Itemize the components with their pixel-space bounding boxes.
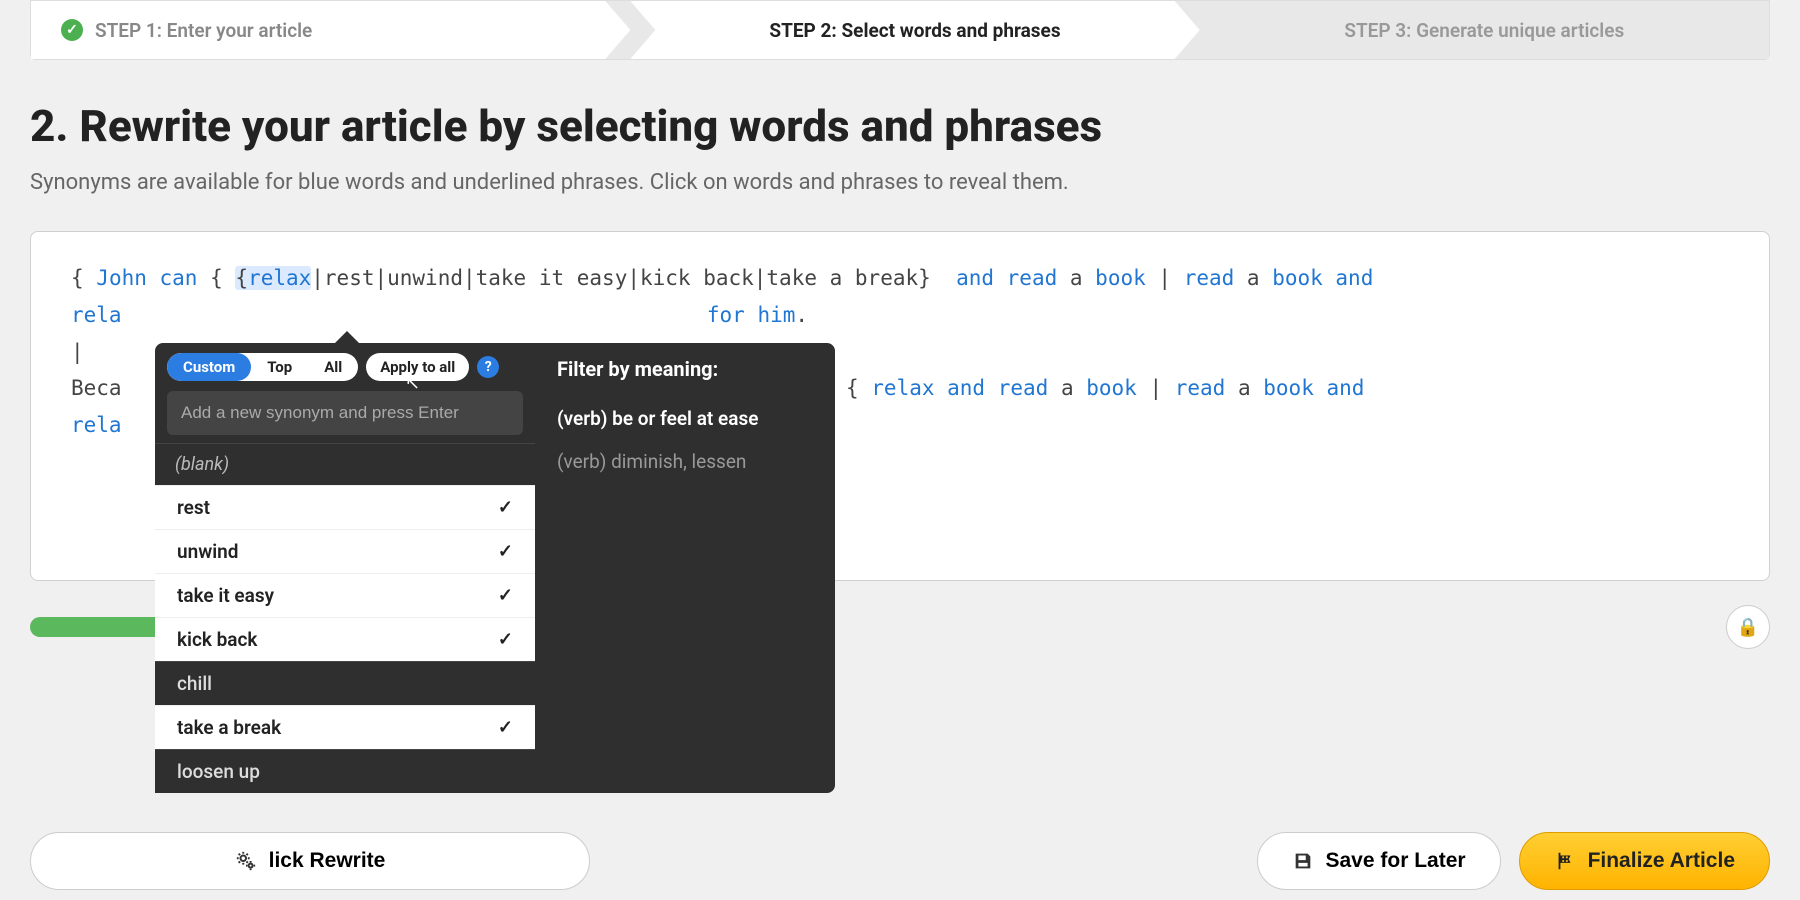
- word-a: a: [1061, 376, 1086, 400]
- word-relax[interactable]: relax: [248, 266, 311, 290]
- step-3-label: STEP 3: Generate unique articles: [1344, 19, 1624, 42]
- blank-row[interactable]: (blank): [155, 443, 535, 485]
- step-2[interactable]: STEP 2: Select words and phrases: [630, 1, 1199, 59]
- synonym-input[interactable]: [167, 391, 523, 435]
- pill-all[interactable]: All: [308, 353, 358, 381]
- word-a: a: [1238, 376, 1263, 400]
- synonym-label: unwind: [177, 540, 239, 563]
- word-a: a: [1070, 266, 1095, 290]
- word-book[interactable]: book: [1095, 266, 1146, 290]
- pill-top[interactable]: Top: [251, 353, 308, 381]
- page-subtitle: Synonyms are available for blue words an…: [30, 170, 1770, 195]
- phrase-book-and[interactable]: book and: [1263, 376, 1364, 400]
- synonym-item-rest[interactable]: rest ✓: [155, 485, 535, 529]
- save-button[interactable]: Save for Later: [1257, 832, 1501, 890]
- check-icon: ✓: [498, 585, 513, 606]
- rewrite-button[interactable]: lick Rewrite: [30, 832, 590, 890]
- spin-open: {: [235, 266, 248, 290]
- phrase-book-and[interactable]: book and: [1272, 266, 1373, 290]
- help-icon[interactable]: ?: [477, 356, 499, 378]
- page-title: 2. Rewrite your article by selecting wor…: [30, 100, 1770, 152]
- check-icon: ✓: [498, 541, 513, 562]
- word-read[interactable]: read: [1175, 376, 1238, 400]
- brace-text: {: [210, 266, 235, 290]
- editor-line-1: { John can { {relax|rest|unwind|take it …: [71, 260, 1729, 297]
- gears-icon: [235, 850, 257, 872]
- word-rela[interactable]: rela: [71, 413, 122, 437]
- pipe: |: [1146, 266, 1184, 290]
- synonym-label: chill: [177, 672, 212, 695]
- meaning-option-ease[interactable]: (verb) be or feel at ease: [557, 397, 813, 440]
- step-2-label: STEP 2: Select words and phrases: [769, 19, 1060, 42]
- synonym-item-kick-back[interactable]: kick back ✓: [155, 617, 535, 661]
- editor-line-2: rela for him.: [71, 297, 1729, 334]
- meaning-option-diminish[interactable]: (verb) diminish, lessen: [557, 440, 813, 483]
- word-a: a: [1247, 266, 1272, 290]
- synonym-label: kick back: [177, 628, 257, 651]
- synonym-item-loosen-up[interactable]: loosen up: [155, 749, 535, 793]
- pill-row: Custom Top All Apply to all ?: [155, 343, 535, 391]
- stepper: ✓ STEP 1: Enter your article STEP 2: Sel…: [30, 0, 1770, 60]
- synonym-item-chill[interactable]: chill: [155, 661, 535, 705]
- synonym-label: rest: [177, 496, 210, 519]
- synonym-popover: Custom Top All Apply to all ? ↖ (blank) …: [155, 343, 835, 793]
- check-icon: ✓: [61, 19, 83, 41]
- step-1[interactable]: ✓ STEP 1: Enter your article: [31, 1, 630, 59]
- synonym-input-wrap: [155, 391, 535, 443]
- step-3[interactable]: STEP 3: Generate unique articles: [1200, 1, 1769, 59]
- check-icon: ✓: [498, 717, 513, 738]
- bottom-buttons: lick Rewrite Save for Later Finalize Art…: [30, 832, 1770, 890]
- apply-to-all-button[interactable]: Apply to all: [366, 353, 469, 381]
- finalize-button[interactable]: Finalize Article: [1519, 832, 1770, 890]
- word-rela[interactable]: rela: [71, 303, 122, 327]
- word-beca: Beca: [71, 376, 122, 400]
- popover-right: Filter by meaning: (verb) be or feel at …: [535, 343, 835, 793]
- synonym-label: loosen up: [177, 760, 260, 783]
- phrase-and-read[interactable]: and read: [943, 266, 1069, 290]
- synonym-label: take it easy: [177, 584, 274, 607]
- synonym-list: rest ✓ unwind ✓ take it easy ✓ kick back…: [155, 485, 535, 793]
- save-icon: [1292, 850, 1314, 872]
- save-label: Save for Later: [1326, 849, 1466, 873]
- synonym-label: take a break: [177, 716, 281, 739]
- lock-icon: 🔒: [1737, 617, 1759, 638]
- synonym-item-unwind[interactable]: unwind ✓: [155, 529, 535, 573]
- flag-icon: [1554, 850, 1576, 872]
- caret: |: [71, 340, 84, 364]
- phrase-relax-and-read[interactable]: relax and read: [871, 376, 1061, 400]
- finalize-label: Finalize Article: [1588, 849, 1735, 873]
- brace-text: {: [846, 376, 871, 400]
- phrase-for-him[interactable]: for him: [707, 303, 796, 327]
- word-can[interactable]: can: [147, 266, 210, 290]
- check-icon: ✓: [498, 629, 513, 650]
- synonym-item-take-a-break[interactable]: take a break ✓: [155, 705, 535, 749]
- rewrite-label: lick Rewrite: [269, 849, 386, 873]
- word-read[interactable]: read: [1184, 266, 1247, 290]
- synonym-item-take-it-easy[interactable]: take it easy ✓: [155, 573, 535, 617]
- check-icon: ✓: [498, 497, 513, 518]
- pill-custom[interactable]: Custom: [167, 353, 251, 381]
- step-1-label: STEP 1: Enter your article: [95, 19, 312, 42]
- period: .: [795, 303, 808, 327]
- pipe: |: [1137, 376, 1175, 400]
- popover-arrow: [335, 331, 359, 343]
- filter-title: Filter by meaning:: [557, 357, 813, 381]
- spin-alternatives[interactable]: |rest|unwind|take it easy|kick back|take…: [311, 266, 931, 290]
- word-book[interactable]: book: [1086, 376, 1137, 400]
- pill-group: Custom Top All: [167, 353, 358, 381]
- word-john[interactable]: John: [96, 266, 147, 290]
- lock-button[interactable]: 🔒: [1726, 605, 1770, 649]
- popover-left: Custom Top All Apply to all ? ↖ (blank) …: [155, 343, 535, 793]
- brace-text: {: [71, 266, 96, 290]
